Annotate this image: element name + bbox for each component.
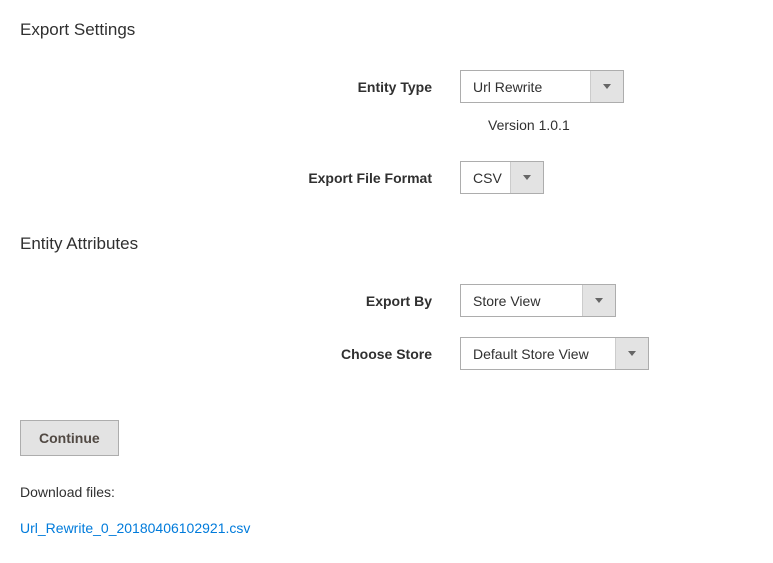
version-row: Version 1.0.1 xyxy=(20,117,753,133)
continue-button[interactable]: Continue xyxy=(20,420,119,456)
version-text: Version 1.0.1 xyxy=(488,117,570,133)
choose-store-row: Choose Store Default Store View xyxy=(20,337,753,370)
chevron-down-icon[interactable] xyxy=(616,338,648,369)
export-settings-title: Export Settings xyxy=(20,20,753,40)
chevron-down-icon[interactable] xyxy=(591,71,623,102)
entity-attributes-title: Entity Attributes xyxy=(20,234,753,254)
export-by-value: Store View xyxy=(461,285,583,316)
chevron-down-icon[interactable] xyxy=(583,285,615,316)
entity-type-value: Url Rewrite xyxy=(461,71,591,102)
choose-store-select[interactable]: Default Store View xyxy=(460,337,649,370)
export-file-format-select[interactable]: CSV xyxy=(460,161,544,194)
choose-store-label: Choose Store xyxy=(20,346,460,362)
export-file-format-label: Export File Format xyxy=(20,170,460,186)
export-file-format-row: Export File Format CSV xyxy=(20,161,753,194)
download-files-label: Download files: xyxy=(20,484,753,500)
export-by-select[interactable]: Store View xyxy=(460,284,616,317)
entity-type-row: Entity Type Url Rewrite xyxy=(20,70,753,103)
chevron-down-icon[interactable] xyxy=(511,162,543,193)
entity-type-label: Entity Type xyxy=(20,79,460,95)
export-by-row: Export By Store View xyxy=(20,284,753,317)
download-file-link[interactable]: Url_Rewrite_0_20180406102921.csv xyxy=(20,520,753,536)
choose-store-value: Default Store View xyxy=(461,338,616,369)
export-by-label: Export By xyxy=(20,293,460,309)
entity-type-select[interactable]: Url Rewrite xyxy=(460,70,624,103)
export-file-format-value: CSV xyxy=(461,162,511,193)
